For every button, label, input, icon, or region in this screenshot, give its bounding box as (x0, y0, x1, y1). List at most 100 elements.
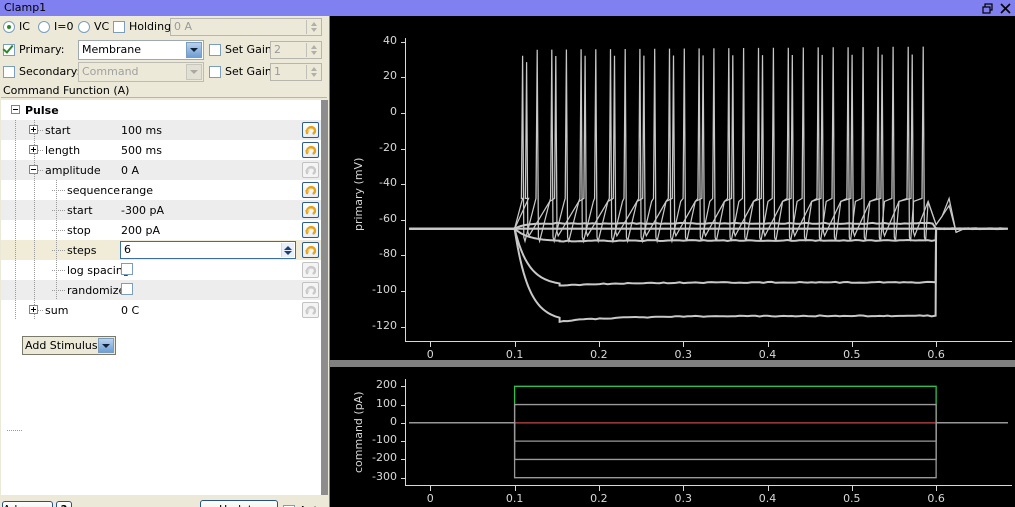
primary-channel-select[interactable]: Membrane Potential (78, 40, 204, 60)
plot-canvas (330, 367, 1015, 507)
secondary-setgain-checkbox[interactable]: Set Gain (209, 65, 272, 78)
tree-guide (15, 140, 16, 160)
plot-splitter[interactable] (330, 360, 1015, 367)
holding-checkbox-box (113, 21, 125, 33)
tree-connector (52, 210, 66, 211)
tree-guide (34, 180, 35, 200)
steps-input[interactable]: 6 (120, 241, 296, 259)
steps-spinner[interactable] (281, 243, 294, 257)
tree-row-value[interactable]: 0 C (121, 304, 139, 317)
window-titlebar: Clamp1 (0, 0, 1015, 16)
tree-row[interactable]: log spacing (1, 260, 321, 280)
secondary-checkbox[interactable]: Secondary: (3, 65, 80, 78)
tree-row-checkbox[interactable] (121, 263, 133, 275)
tree-row-value[interactable]: 0 A (121, 164, 139, 177)
secondary-gain-spinner[interactable] (306, 65, 321, 79)
tree-guide (15, 180, 16, 200)
trace-path (409, 228, 1004, 321)
tree-row-value[interactable]: range (121, 184, 153, 197)
primary-checkbox[interactable]: Primary: (3, 43, 64, 56)
tree-row[interactable]: stop 200 pA (1, 220, 321, 240)
tree-row[interactable]: amplitude 0 A (1, 160, 321, 180)
secondary-label: Secondary: (19, 65, 80, 78)
parameter-tree-scrollbar[interactable] (321, 100, 328, 495)
plot-canvas (330, 16, 1015, 360)
secondary-setgain-label: Set Gain (225, 65, 272, 78)
revert-icon[interactable] (302, 122, 319, 138)
tree-collapse-icon[interactable] (29, 165, 38, 174)
tree-expand-icon[interactable] (29, 305, 38, 314)
secondary-gain-input[interactable]: 1 (270, 63, 322, 81)
advanced-button[interactable]: Advanced (2, 501, 53, 507)
holding-spinner[interactable] (306, 20, 321, 34)
tree-row[interactable]: randomize (1, 280, 321, 300)
trace-path (409, 228, 1004, 285)
holding-value: 0 A (174, 20, 192, 33)
chevron-down-icon[interactable] (186, 42, 202, 58)
radio-vc-dot (78, 21, 90, 33)
revert-icon[interactable] (302, 202, 319, 218)
parameter-tree[interactable]: Pulse start 100 ms length 500 ms amplitude 0 A… (1, 100, 321, 495)
tree-guide (34, 260, 35, 280)
chevron-down-icon-secondary[interactable] (186, 64, 202, 80)
primary-plot[interactable]: 40 20 0 -20 -40 -60 -80 -100 -120 0 0.1 0.2 0.3 0.4 0.… (330, 16, 1015, 360)
radio-ic-dot (3, 21, 15, 33)
tree-guide (34, 220, 35, 240)
radio-ic[interactable]: IC (3, 20, 30, 33)
tree-row[interactable]: sequence range (1, 180, 321, 200)
tree-row[interactable]: sum 0 C (1, 300, 321, 320)
revert-icon[interactable] (302, 242, 319, 258)
tree-row[interactable]: Pulse (1, 100, 321, 120)
revert-icon[interactable] (302, 142, 319, 158)
chevron-down-icon-addstim[interactable] (98, 338, 114, 353)
tree-guide (15, 280, 16, 300)
holding-checkbox[interactable]: Holding (113, 20, 171, 33)
tree-connector (7, 430, 22, 431)
holding-input[interactable]: 0 A (170, 18, 322, 36)
restore-icon[interactable] (982, 3, 993, 14)
tree-row-label: length (45, 144, 80, 157)
tree-row-value[interactable]: 200 pA (121, 224, 160, 237)
tree-row[interactable]: start 100 ms (1, 120, 321, 140)
tree-guide (15, 120, 16, 140)
radio-i0[interactable]: I=0 (38, 20, 73, 33)
trace-path (409, 423, 1008, 441)
primary-gain-input[interactable]: 2 (270, 41, 322, 59)
primary-setgain-checkbox[interactable]: Set Gain (209, 43, 272, 56)
tree-row-value[interactable]: -300 pA (121, 204, 164, 217)
revert-icon[interactable] (302, 182, 319, 198)
help-button[interactable]: ? (56, 501, 72, 507)
tree-guide (15, 220, 16, 240)
tree-connector (52, 230, 66, 231)
update-button[interactable]: Update (200, 500, 278, 507)
add-stimulus-label: Add Stimulus.. (25, 339, 105, 352)
tree-expand-icon[interactable] (29, 145, 38, 154)
tree-row[interactable]: start -300 pA (1, 200, 321, 220)
revert-icon (302, 262, 319, 278)
primary-setgain-label: Set Gain (225, 43, 272, 56)
radio-vc[interactable]: VC (78, 20, 109, 33)
add-stimulus-select[interactable]: Add Stimulus.. (22, 336, 116, 355)
revert-icon (302, 302, 319, 318)
tree-row[interactable]: length 500 ms (1, 140, 321, 160)
command-plot[interactable]: 200 100 0 -100 -200 -300 0 0.1 0.2 0.3 0.4 0.5 0.6 co… (330, 367, 1015, 507)
primary-gain-spinner[interactable] (306, 43, 321, 57)
tree-connector (52, 250, 66, 251)
tree-row[interactable]: steps 6 (1, 240, 321, 260)
radio-ic-label: IC (19, 20, 30, 33)
secondary-channel-select[interactable]: Command Current (78, 62, 204, 82)
revert-icon[interactable] (302, 222, 319, 238)
close-icon[interactable] (1000, 3, 1011, 14)
tree-connector (52, 270, 66, 271)
tree-row-label: amplitude (45, 164, 101, 177)
panel-bottom-bar: Advanced ? Update Auto (0, 497, 329, 507)
tree-expand-icon[interactable] (29, 125, 38, 134)
tree-row-label: start (67, 204, 93, 217)
tree-row-checkbox[interactable] (121, 283, 133, 295)
primary-row: Primary: Membrane Potential Set Gain 2 (0, 38, 329, 58)
tree-row-value[interactable]: 500 ms (121, 144, 162, 157)
radio-i0-label: I=0 (54, 20, 73, 33)
tree-row-value[interactable]: 100 ms (121, 124, 162, 137)
tree-collapse-icon[interactable] (11, 105, 20, 114)
tree-guide (15, 260, 16, 280)
